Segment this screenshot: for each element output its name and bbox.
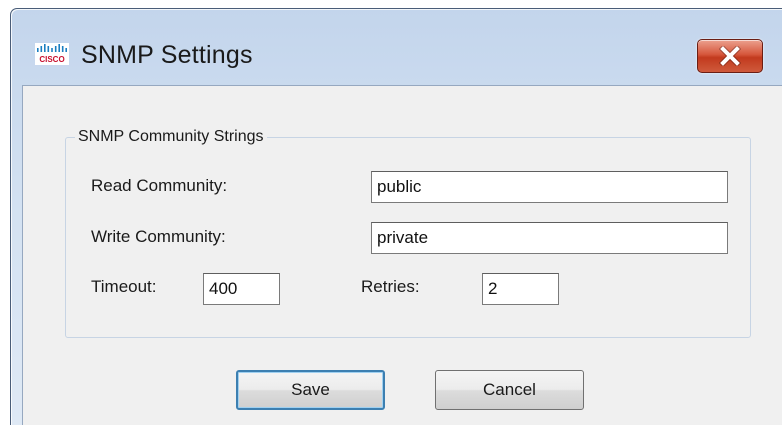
window-title: SNMP Settings <box>81 41 253 69</box>
cisco-logo-icon: CISCO <box>35 43 69 65</box>
read-community-label: Read Community: <box>91 176 228 195</box>
save-button[interactable]: Save <box>236 370 385 410</box>
snmp-community-strings-group: SNMP Community Strings Read Community: W… <box>65 128 751 338</box>
retries-label: Retries: <box>361 277 420 296</box>
write-community-input[interactable] <box>371 222 728 254</box>
close-button[interactable] <box>697 39 763 73</box>
group-legend: SNMP Community Strings <box>78 128 264 145</box>
close-icon <box>719 46 741 66</box>
snmp-settings-dialog: CISCO SNMP Settings SNMP Community Strin… <box>10 8 782 425</box>
timeout-label: Timeout: <box>91 277 157 296</box>
retries-input[interactable] <box>482 273 559 305</box>
title-bar[interactable]: CISCO SNMP Settings <box>11 9 782 75</box>
cisco-logo-text: CISCO <box>39 55 64 64</box>
read-community-input[interactable] <box>371 171 728 203</box>
write-community-label: Write Community: <box>91 227 226 246</box>
timeout-input[interactable] <box>203 273 280 305</box>
cancel-button[interactable]: Cancel <box>435 370 584 410</box>
dialog-content: SNMP Community Strings Read Community: W… <box>22 85 782 425</box>
